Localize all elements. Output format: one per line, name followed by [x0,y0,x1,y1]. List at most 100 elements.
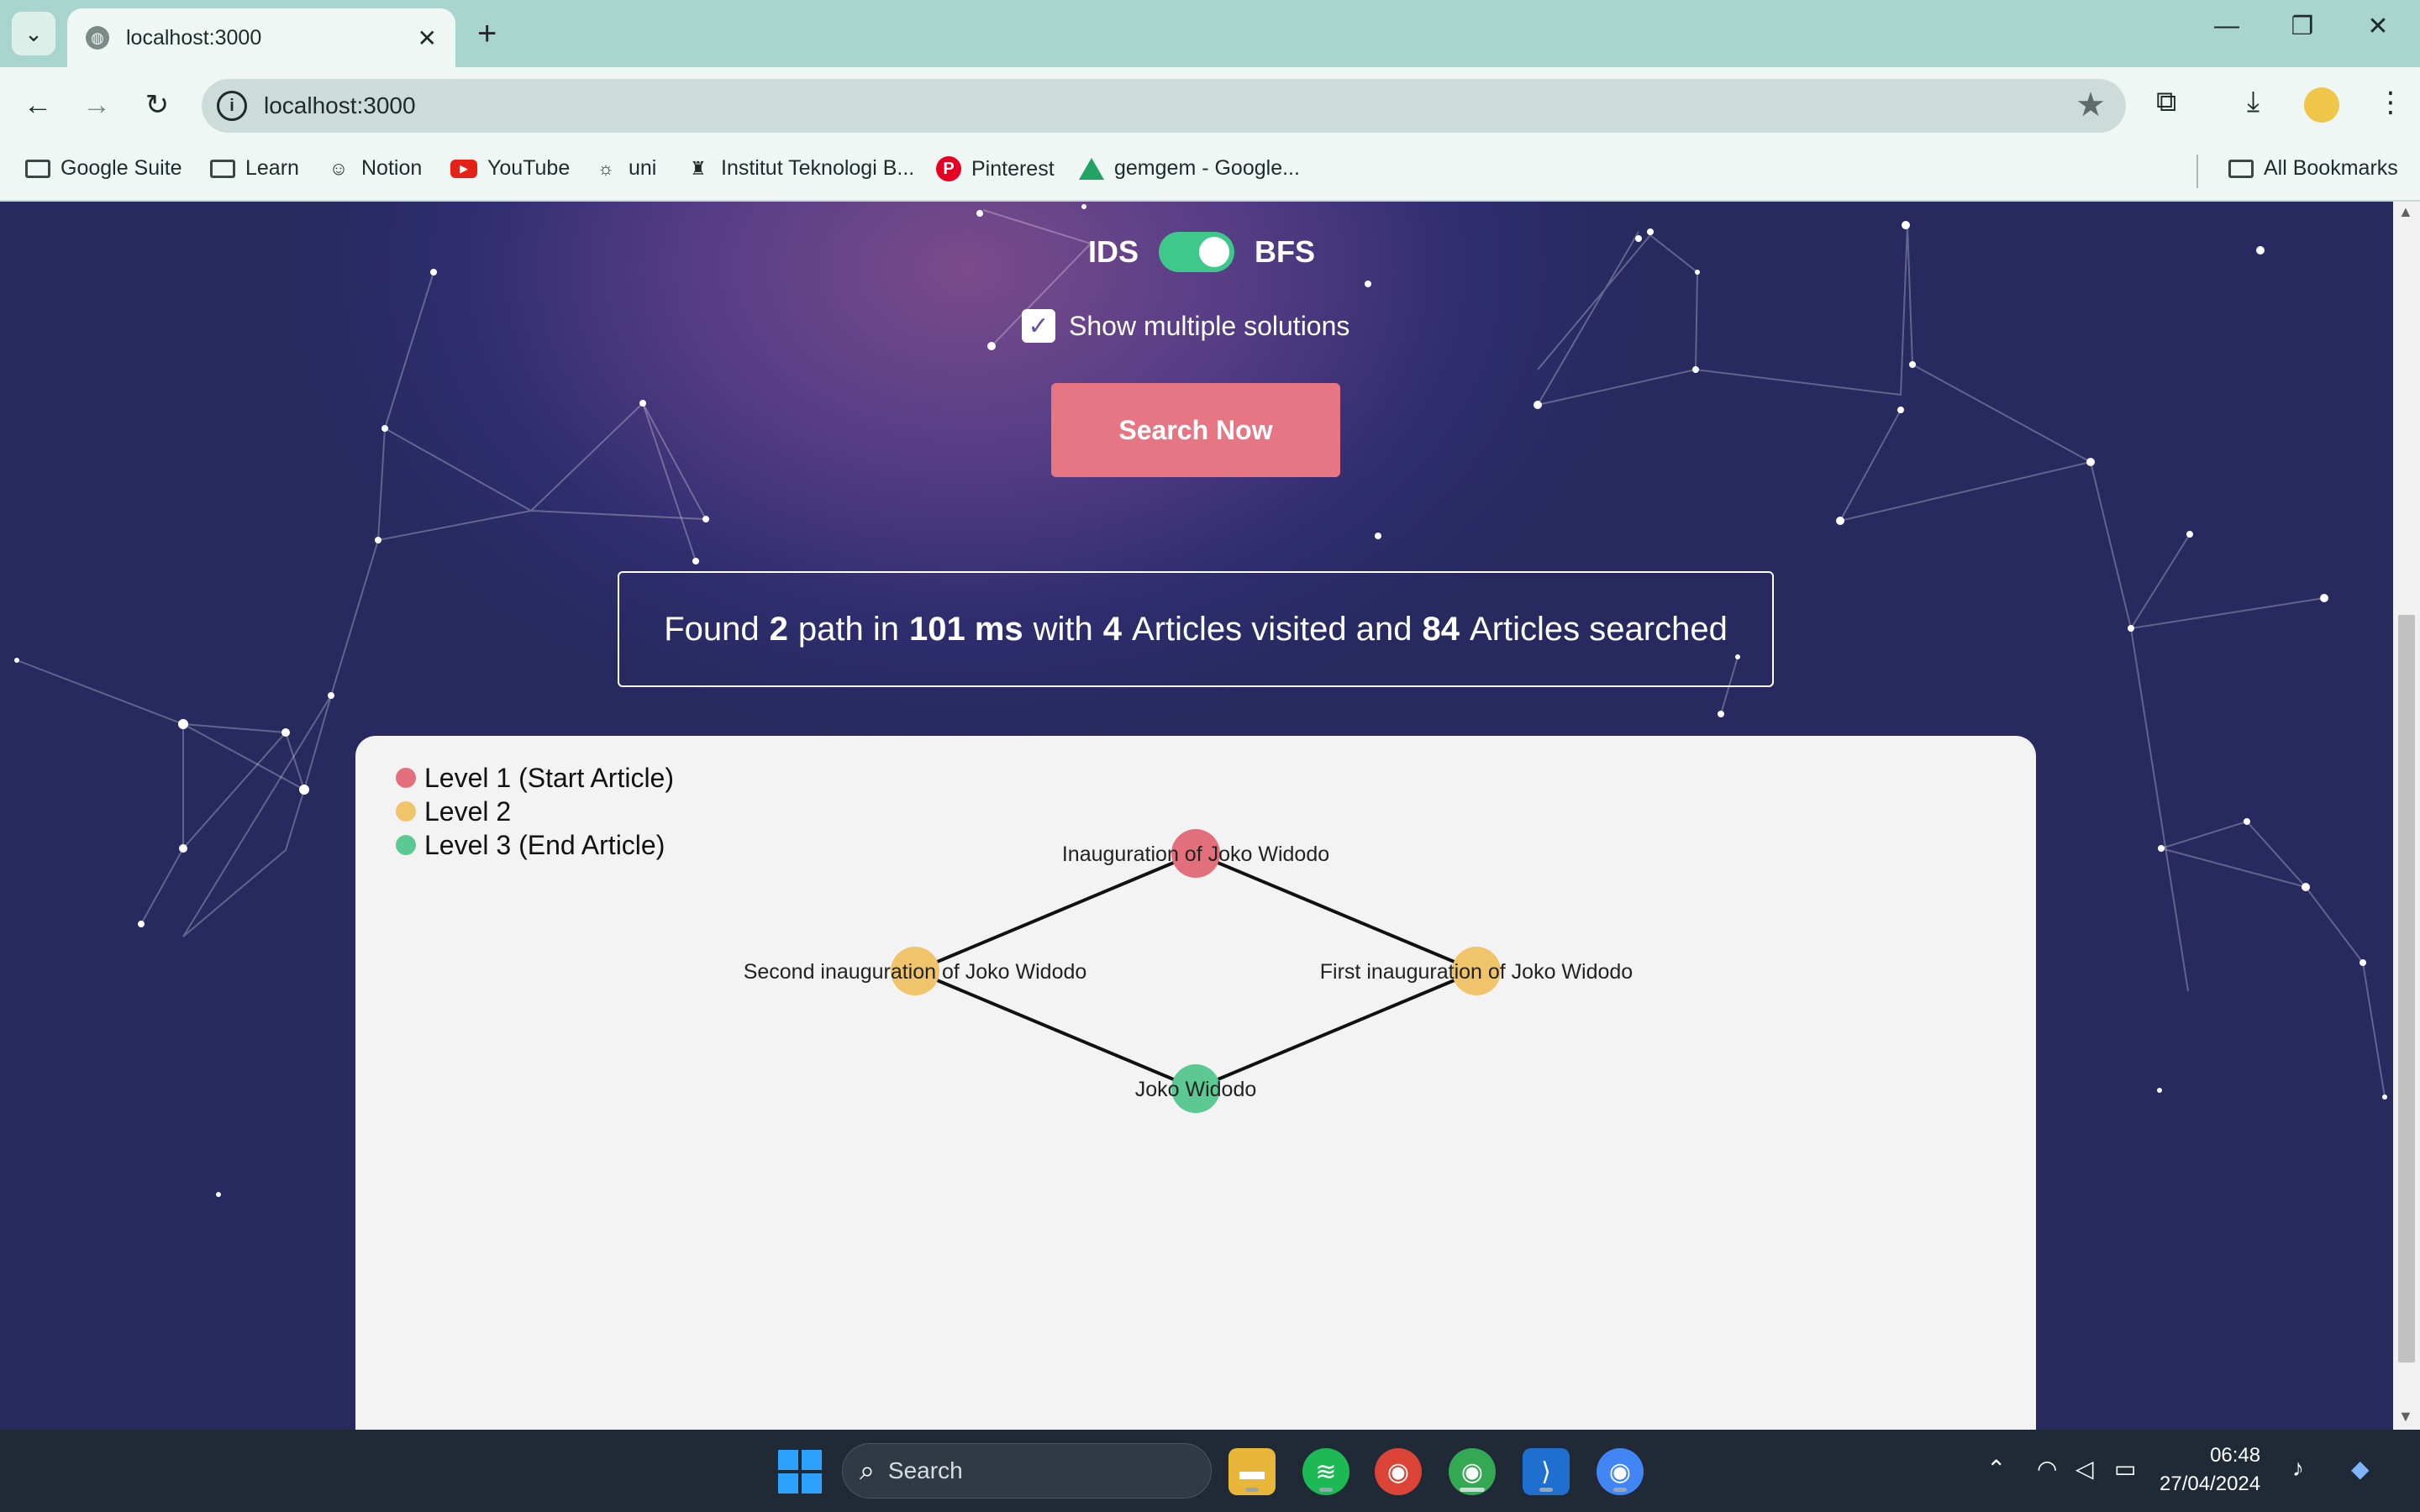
bookmarks-bar: Google Suite Learn ☺ Notion ▶ YouTube ☼ … [0,143,2420,202]
result-searched: 84 [1422,610,1460,648]
pinterest-icon: P [936,156,961,181]
back-button[interactable]: ← [17,84,59,126]
clock-time: 06:48 [2210,1444,2261,1467]
tab-title: localhost:3000 [126,25,262,50]
legend-item-level-3: Level 3 (End Article) [396,828,674,862]
bookmark-learn[interactable]: Learn [210,156,299,181]
bookmark-label: uni [629,156,657,180]
result-time: 101 ms [908,610,1023,648]
legend-dot [396,801,416,822]
site-info-icon[interactable]: i [217,91,247,121]
graph-edge [914,969,1197,1090]
download-icon[interactable]: ⤓ [2247,86,2260,118]
legend-dot [396,835,416,855]
bookmark-label: Pinterest [971,156,1055,181]
taskbar-clock[interactable]: 06:48 27/04/2024 [2160,1441,2260,1499]
close-tab-icon[interactable]: ✕ [418,24,437,52]
graph-node-label: Second inauguration of Joko Widodo [744,960,1087,984]
all-bookmarks[interactable]: All Bookmarks [2228,156,2398,181]
bookmark-itb[interactable]: ♜ Institut Teknologi B... [686,156,914,181]
file-explorer-icon[interactable]: ▬ [1228,1448,1276,1495]
chrome-alt-profile-icon[interactable]: ◉ [1597,1448,1644,1495]
minimize-button[interactable]: — [2202,12,2252,40]
vscode-icon[interactable]: ⟩ [1523,1448,1570,1495]
extensions-icon[interactable]: ⧉ [2156,86,2176,118]
bookmark-label: Learn [245,156,299,180]
tray-chevron-up-icon[interactable]: ⌃ [1986,1455,2006,1483]
graph-legend: Level 1 (Start Article) Level 2 Level 3 … [396,761,674,862]
bookmark-youtube[interactable]: ▶ YouTube [450,156,570,181]
result-visited: 4 [1102,610,1123,648]
globe-icon: ◍ [86,26,109,50]
page-content: IDS BFS ✓ Show multiple solutions Search… [0,202,2393,1430]
bookmark-label: Notion [361,156,423,180]
folder-icon [2228,159,2254,178]
chevron-down-icon: ⌄ [24,20,43,46]
scroll-thumb[interactable] [2398,615,2415,1362]
wifi-icon[interactable]: ◠ [2037,1455,2057,1483]
menu-kebab-icon[interactable]: ⋮ [2376,86,2405,119]
algorithm-toggle[interactable] [1159,232,1234,272]
bookmarks-divider [2196,155,2198,188]
bookmark-google-suite[interactable]: Google Suite [25,156,182,181]
volume-icon[interactable]: ◁ [2075,1455,2094,1483]
graph-edge [914,852,1197,973]
bookmark-pinterest[interactable]: P Pinterest [936,156,1055,181]
multiple-solutions-label: Show multiple solutions [1069,310,1350,341]
battery-icon[interactable]: ▭ [2114,1455,2136,1483]
new-tab-button[interactable]: + [477,15,497,53]
browser-tab-strip: ⌄ ◍ localhost:3000 ✕ + — ❐ ✕ [0,0,2420,67]
search-now-button[interactable]: Search Now [1051,383,1340,477]
graph-edge [1195,969,1477,1090]
scroll-up-arrow-icon[interactable]: ▲ [2398,203,2413,221]
page-scrollbar[interactable]: ▲ ▼ [2393,202,2420,1430]
result-mid1: path in [797,610,899,648]
graph-node-label: Inauguration of Joko Widodo [1062,843,1329,866]
result-suffix: Articles searched [1470,610,1728,648]
bookmark-label: YouTube [487,156,571,180]
address-bar[interactable]: i localhost:3000 ★ [202,79,2126,133]
check-icon: ✓ [1028,312,1050,340]
avatar[interactable] [2304,87,2339,123]
bookmark-notion[interactable]: ☺ Notion [326,156,423,181]
close-window-button[interactable]: ✕ [2353,12,2403,41]
browser-tab[interactable]: ◍ localhost:3000 ✕ [67,8,455,67]
legend-item-level-2: Level 2 [396,795,674,828]
bookmark-label: All Bookmarks [2264,156,2398,180]
bookmark-uni[interactable]: ☼ uni [593,156,656,181]
graph-edge [1195,852,1477,973]
taskbar-search-placeholder: Search [887,1457,963,1483]
reload-button[interactable]: ↻ [136,84,178,126]
start-button[interactable] [776,1448,823,1495]
tab-search-dropdown[interactable]: ⌄ [12,12,55,55]
multiple-solutions-checkbox[interactable]: ✓ [1022,309,1055,343]
folder-icon [210,159,235,178]
result-mid3: Articles visited and [1132,610,1413,648]
bookmark-star-icon[interactable]: ★ [2075,86,2106,124]
windows-taskbar: ⌕ Search ▬ ≋ ◉ ◉ ⟩ ◉ ⌃ ◠ ◁ ▭ 06:48 27/04… [0,1430,2420,1512]
taskbar-search[interactable]: ⌕ Search [842,1443,1212,1499]
result-summary: Found 2 path in 101 ms with 4 Articles v… [618,571,1774,687]
bookmark-label: gemgem - Google... [1114,156,1300,180]
notification-bell-icon[interactable]: ♪ [2292,1455,2304,1482]
algorithm-toggle-row: IDS BFS [1076,227,1328,277]
scroll-down-arrow-icon[interactable]: ▼ [2398,1408,2413,1425]
legend-label: Level 2 [424,795,512,827]
windows-logo-icon [778,1450,822,1494]
toggle-knob [1199,237,1229,267]
browser-toolbar: ← → ↻ i localhost:3000 ★ ⧉ ⤓ ⋮ [0,67,2420,143]
forward-button[interactable]: → [76,84,118,126]
folder-icon [25,159,50,178]
copilot-icon[interactable]: ◆ [2351,1455,2370,1483]
result-paths: 2 [769,610,788,648]
legend-dot [396,768,416,788]
chrome-profile-icon[interactable]: ◉ [1449,1448,1496,1495]
restore-button[interactable]: ❐ [2277,12,2328,41]
search-icon: ⌕ [860,1455,875,1485]
bookmark-label: Google Suite [60,156,182,180]
chrome-icon[interactable]: ◉ [1375,1448,1422,1495]
bookmark-gemgem[interactable]: gemgem - Google... [1079,156,1300,181]
spotify-icon[interactable]: ≋ [1302,1448,1349,1495]
result-mid2: with [1033,610,1093,648]
bookmark-label: Institut Teknologi B... [721,156,915,180]
